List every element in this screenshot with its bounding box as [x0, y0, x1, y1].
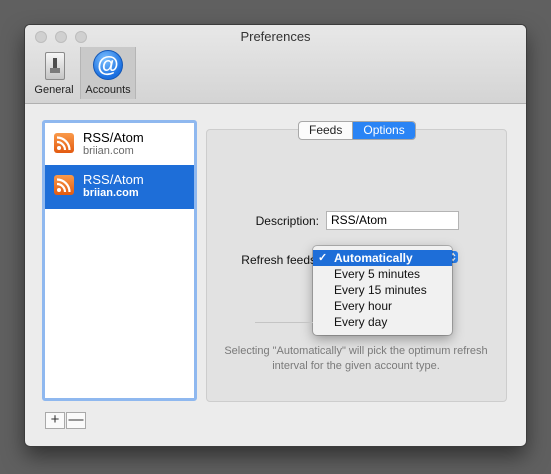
- account-name: RSS/Atom: [83, 130, 144, 145]
- tab-options[interactable]: Options: [352, 122, 415, 139]
- description-label: Description:: [255, 214, 319, 228]
- refresh-feeds-menu[interactable]: ✓ Automatically Every 5 minutes Every 15…: [313, 246, 452, 335]
- window-title: Preferences: [240, 29, 311, 44]
- switch-icon: [45, 52, 65, 80]
- remove-account-button[interactable]: —: [66, 412, 86, 429]
- feeds-options-tabs[interactable]: Feeds Options: [298, 121, 416, 140]
- account-name: RSS/Atom: [83, 172, 144, 187]
- menu-item-every-hour[interactable]: Every hour: [313, 298, 452, 314]
- titlebar: Preferences General @ Accounts: [25, 25, 526, 104]
- divider: [255, 322, 313, 323]
- description-field[interactable]: RSS/Atom: [326, 211, 459, 230]
- refresh-hint-text: Selecting "Automatically" will pick the …: [224, 345, 488, 372]
- account-host: briian.com: [83, 145, 134, 157]
- accounts-list[interactable]: RSS/Atom briian.com RSS/Atom briian.com: [42, 120, 197, 401]
- account-list-item[interactable]: RSS/Atom briian.com: [45, 123, 194, 167]
- refresh-feeds-label: Refresh feeds: [241, 253, 316, 267]
- toolbar-general-label: General: [34, 84, 74, 96]
- menu-item-every-5-minutes[interactable]: Every 5 minutes: [313, 266, 452, 282]
- menu-item-every-day[interactable]: Every day: [313, 314, 452, 330]
- toolbar-accounts-button[interactable]: @ Accounts: [80, 47, 136, 99]
- rss-icon: [54, 133, 74, 153]
- account-list-item-selected[interactable]: RSS/Atom briian.com: [45, 165, 194, 209]
- at-sign-icon: @: [93, 50, 123, 80]
- checkmark-icon: ✓: [318, 252, 328, 264]
- add-account-button[interactable]: +: [45, 412, 65, 429]
- account-host: briian.com: [83, 187, 139, 199]
- toolbar-accounts-label: Accounts: [85, 84, 131, 96]
- menu-item-every-15-minutes[interactable]: Every 15 minutes: [313, 282, 452, 298]
- rss-icon: [54, 175, 74, 195]
- tab-feeds[interactable]: Feeds: [299, 122, 352, 139]
- toolbar-general-button[interactable]: General: [31, 47, 77, 99]
- menu-item-automatically[interactable]: ✓ Automatically: [313, 250, 452, 266]
